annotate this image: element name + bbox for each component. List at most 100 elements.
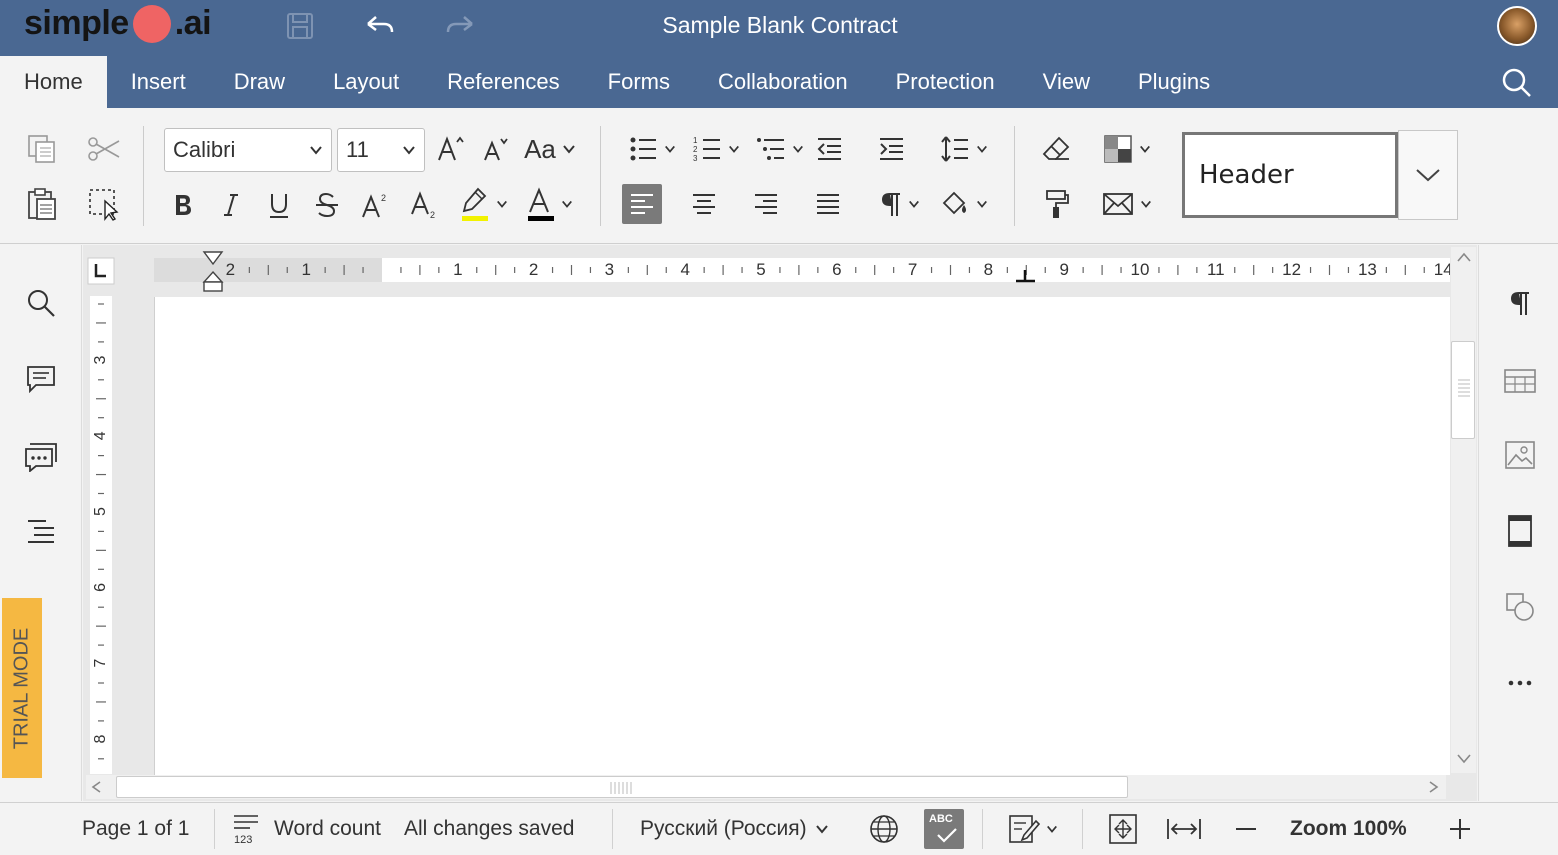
separator bbox=[1082, 809, 1083, 849]
comments-icon[interactable] bbox=[20, 359, 62, 399]
justify-button[interactable] bbox=[808, 184, 848, 224]
horizontal-ruler: 2 1 1 2 3 4 5 6 7 8 9 10 11 12 13 14 bbox=[87, 251, 1450, 292]
find-icon[interactable] bbox=[20, 283, 62, 323]
tab-collaboration[interactable]: Collaboration bbox=[694, 56, 872, 108]
format-painter-icon[interactable] bbox=[1036, 184, 1076, 224]
svg-text:2: 2 bbox=[381, 193, 386, 203]
select-all-icon[interactable] bbox=[84, 184, 124, 224]
decrease-indent-icon[interactable] bbox=[810, 130, 848, 168]
cut-icon[interactable] bbox=[84, 130, 124, 168]
shading-button[interactable] bbox=[934, 184, 994, 224]
multilevel-list-button[interactable] bbox=[750, 130, 810, 168]
increase-indent-icon[interactable] bbox=[872, 130, 910, 168]
decrease-font-icon[interactable] bbox=[478, 130, 512, 168]
language-select[interactable]: Русский (Россия) bbox=[640, 803, 829, 855]
svg-text:2: 2 bbox=[430, 210, 435, 220]
trial-mode-label: TRIAL MODE bbox=[10, 627, 33, 749]
ruler-label: 3 bbox=[92, 355, 109, 364]
user-avatar[interactable] bbox=[1497, 6, 1537, 46]
chat-icon[interactable] bbox=[20, 437, 62, 477]
clear-formatting-icon[interactable] bbox=[1036, 130, 1076, 168]
tab-view[interactable]: View bbox=[1019, 56, 1114, 108]
bold-button[interactable] bbox=[164, 186, 202, 224]
word-count-button[interactable]: 123 Word count bbox=[232, 803, 381, 855]
subscript-button[interactable]: 2 bbox=[404, 186, 446, 224]
superscript-button[interactable]: 2 bbox=[356, 186, 394, 224]
underline-button[interactable] bbox=[260, 186, 298, 224]
search-icon[interactable] bbox=[1500, 66, 1536, 100]
zoom-level[interactable]: Zoom 100% bbox=[1290, 803, 1407, 855]
font-color-button[interactable] bbox=[520, 184, 578, 224]
tab-plugins[interactable]: Plugins bbox=[1114, 56, 1234, 108]
align-center-button[interactable] bbox=[684, 184, 724, 224]
tab-references[interactable]: References bbox=[423, 56, 584, 108]
navigation-icon[interactable] bbox=[20, 511, 62, 551]
strikethrough-button[interactable] bbox=[308, 186, 346, 224]
track-changes-button[interactable] bbox=[1008, 803, 1058, 855]
tab-selector[interactable] bbox=[87, 257, 115, 285]
more-icon[interactable] bbox=[1499, 663, 1541, 703]
ruler-label: 12 bbox=[1282, 260, 1301, 279]
fit-page-icon[interactable] bbox=[1108, 803, 1138, 855]
bullet-list-button[interactable] bbox=[622, 130, 682, 168]
spell-check-button[interactable]: ABC bbox=[924, 803, 964, 855]
copy-icon[interactable] bbox=[22, 130, 62, 168]
mail-merge-button[interactable] bbox=[1096, 184, 1158, 224]
chevron-down-icon bbox=[977, 145, 987, 153]
zoom-out-icon[interactable] bbox=[1234, 803, 1258, 855]
color-scheme-button[interactable] bbox=[1096, 130, 1158, 168]
highlight-color-button[interactable] bbox=[454, 184, 512, 224]
save-status: All changes saved bbox=[404, 817, 575, 840]
ruler-label: 5 bbox=[756, 260, 765, 279]
tab-layout[interactable]: Layout bbox=[309, 56, 423, 108]
scroll-down-arrow-icon[interactable] bbox=[1456, 753, 1472, 765]
scroll-right-arrow-icon[interactable] bbox=[1428, 780, 1440, 794]
style-gallery-item[interactable]: Header bbox=[1182, 132, 1398, 218]
document-language-icon[interactable] bbox=[868, 803, 900, 855]
ruler-label: 10 bbox=[1131, 260, 1150, 279]
align-left-button[interactable] bbox=[622, 184, 662, 224]
ruler-label: 6 bbox=[832, 260, 841, 279]
shape-settings-icon[interactable] bbox=[1499, 587, 1541, 627]
save-icon[interactable] bbox=[282, 8, 318, 44]
line-spacing-button[interactable] bbox=[934, 130, 994, 168]
italic-button[interactable] bbox=[212, 186, 250, 224]
increase-font-icon[interactable] bbox=[432, 130, 468, 168]
vertical-scrollbar[interactable] bbox=[1451, 247, 1476, 773]
tab-draw[interactable]: Draw bbox=[210, 56, 309, 108]
ruler-label: 4 bbox=[680, 260, 689, 279]
tab-protection[interactable]: Protection bbox=[872, 56, 1019, 108]
logo-dot bbox=[132, 4, 171, 43]
ribbon-tabs: Home Insert Draw Layout References Forms… bbox=[0, 56, 1234, 108]
horizontal-scroll-thumb[interactable] bbox=[116, 776, 1128, 798]
font-family-value: Calibri bbox=[173, 137, 236, 162]
horizontal-scrollbar[interactable] bbox=[86, 775, 1446, 799]
page-indicator[interactable]: Page 1 of 1 bbox=[82, 803, 189, 855]
image-settings-icon[interactable] bbox=[1499, 435, 1541, 475]
scroll-left-arrow-icon[interactable] bbox=[90, 780, 102, 794]
vertical-scroll-thumb[interactable] bbox=[1451, 341, 1475, 439]
logo-text-right: .ai bbox=[174, 4, 212, 42]
change-case-button[interactable]: Aa bbox=[520, 130, 580, 168]
font-size-select[interactable]: 11 bbox=[337, 128, 425, 172]
ruler-label: 4 bbox=[92, 431, 109, 440]
paragraph-marks-button[interactable] bbox=[870, 184, 930, 224]
paste-icon[interactable] bbox=[22, 184, 62, 224]
paragraph-settings-icon[interactable] bbox=[1499, 283, 1541, 323]
ruler-label: 2 bbox=[226, 260, 235, 279]
tab-insert[interactable]: Insert bbox=[107, 56, 210, 108]
tab-home[interactable]: Home bbox=[0, 56, 107, 108]
zoom-in-icon[interactable] bbox=[1448, 803, 1472, 855]
align-right-button[interactable] bbox=[746, 184, 786, 224]
numbered-list-button[interactable]: 123 bbox=[686, 130, 746, 168]
tab-forms[interactable]: Forms bbox=[584, 56, 694, 108]
font-family-select[interactable]: Calibri bbox=[164, 128, 332, 172]
document-page[interactable] bbox=[154, 297, 1450, 775]
table-settings-icon[interactable] bbox=[1499, 361, 1541, 401]
redo-icon[interactable] bbox=[442, 8, 478, 44]
fit-width-icon[interactable] bbox=[1166, 803, 1202, 855]
scroll-up-arrow-icon[interactable] bbox=[1456, 251, 1472, 263]
undo-icon[interactable] bbox=[362, 8, 398, 44]
header-footer-settings-icon[interactable] bbox=[1499, 511, 1541, 551]
style-gallery-expand[interactable] bbox=[1398, 130, 1458, 220]
